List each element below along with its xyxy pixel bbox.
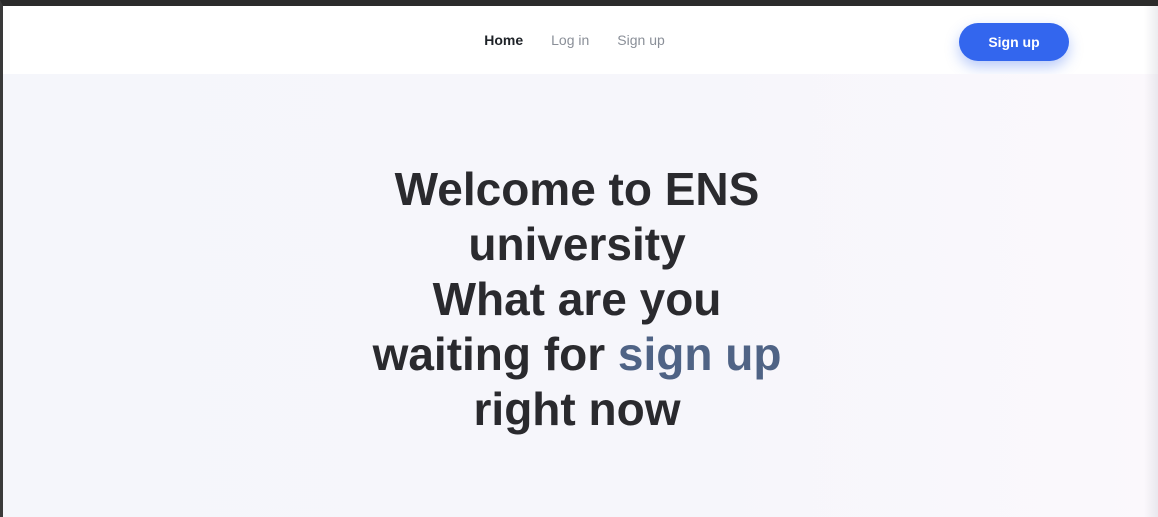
nav-link-login[interactable]: Log in xyxy=(551,32,589,48)
signup-button[interactable]: Sign up xyxy=(959,23,1069,61)
hero-highlight-signup: sign up xyxy=(617,328,782,380)
hero-line-4: waiting for sign up xyxy=(3,327,1151,382)
hero-section: Welcome to ENS university What are you w… xyxy=(3,74,1158,517)
hero-line-5: right now xyxy=(473,383,681,435)
hero-heading: Welcome to ENS university What are you w… xyxy=(3,162,1151,437)
top-navbar: Home Log in Sign up Sign up xyxy=(3,6,1158,74)
nav-link-signup[interactable]: Sign up xyxy=(617,32,664,48)
hero-line-4-prefix: waiting for xyxy=(372,328,618,380)
nav-link-home[interactable]: Home xyxy=(484,32,523,48)
hero-line-1: Welcome to ENS xyxy=(394,163,760,215)
hero-line-3: What are you xyxy=(432,273,722,325)
browser-viewport: Home Log in Sign up Sign up Welcome to E… xyxy=(0,0,1158,517)
hero-line-2: university xyxy=(468,218,686,270)
